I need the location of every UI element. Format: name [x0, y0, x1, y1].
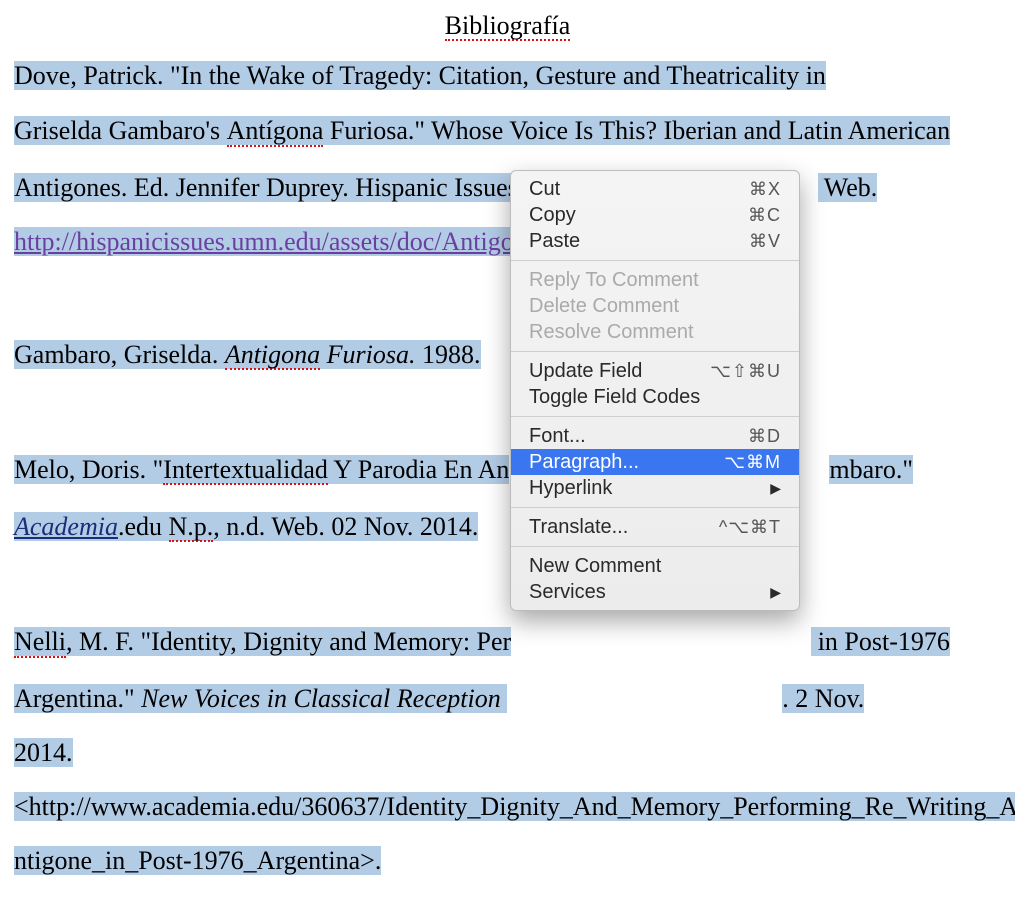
- shortcut: ^⌥⌘T: [719, 518, 781, 536]
- bib-line: Antigones. Ed. Jennifer Duprey. Hispanic…: [14, 175, 1001, 201]
- bib-entry: Melo, Doris. "Intertextualidad Y Parodia…: [14, 456, 1001, 599]
- menu-resolve-comment: Resolve Comment: [511, 319, 799, 345]
- bib-line: Argentina." New Voices in Classical Rece…: [14, 686, 1001, 712]
- menu-separator: [511, 507, 799, 508]
- shortcut: ⌥⌘M: [724, 453, 781, 471]
- bib-entry: Gambaro, Griselda. Antigona Furiosa. 198…: [14, 341, 1001, 426]
- blank-line: [14, 570, 1001, 598]
- chevron-right-icon: ▶: [770, 585, 781, 599]
- chevron-right-icon: ▶: [770, 481, 781, 495]
- menu-font[interactable]: Font...⌘D: [511, 423, 799, 449]
- menu-cut[interactable]: Cut⌘X: [511, 176, 799, 202]
- bib-line: http://hispanicissues.umn.edu/assets/doc…: [14, 229, 1001, 255]
- menu-paragraph[interactable]: Paragraph...⌥⌘M: [511, 449, 799, 475]
- context-menu: Cut⌘X Copy⌘C Paste⌘V Reply To Comment De…: [510, 170, 800, 611]
- blank-line: [14, 283, 1001, 311]
- hyperlink[interactable]: http://hispanicissues.umn.edu/assets/doc…: [14, 227, 514, 256]
- shortcut: ⌘D: [748, 427, 781, 445]
- bib-line: Gambaro, Griselda. Antigona Furiosa. 198…: [14, 341, 1001, 370]
- menu-hyperlink[interactable]: Hyperlink▶: [511, 475, 799, 501]
- menu-services[interactable]: Services▶: [511, 579, 799, 605]
- menu-separator: [511, 416, 799, 417]
- bib-line: Melo, Doris. "Intertextualidad Y Parodia…: [14, 456, 1001, 485]
- menu-separator: [511, 546, 799, 547]
- menu-reply-comment: Reply To Comment: [511, 267, 799, 293]
- bib-line: Academia.edu N.p., n.d. Web. 02 Nov. 201…: [14, 513, 1001, 542]
- bib-line: <http://www.academia.edu/360637/Identity…: [14, 794, 1001, 820]
- menu-toggle-field-codes[interactable]: Toggle Field Codes: [511, 384, 799, 410]
- bib-entry: Nelli, M. F. "Identity, Dignity and Memo…: [14, 628, 1001, 873]
- shortcut: ⌘C: [748, 206, 781, 224]
- bib-line: Dove, Patrick. "In the Wake of Tragedy: …: [14, 63, 1001, 89]
- bib-line: 2014.: [14, 740, 1001, 766]
- menu-delete-comment: Delete Comment: [511, 293, 799, 319]
- bib-line: ntigone_in_Post-1976_Argentina>.: [14, 848, 1001, 874]
- blank-line: [14, 398, 1001, 426]
- shortcut: ⌘X: [749, 180, 781, 198]
- menu-new-comment[interactable]: New Comment: [511, 553, 799, 579]
- shortcut: ⌘V: [749, 232, 781, 250]
- menu-paste[interactable]: Paste⌘V: [511, 228, 799, 254]
- page-title: Bibliografía: [14, 12, 1001, 41]
- menu-separator: [511, 351, 799, 352]
- hyperlink[interactable]: Academia: [14, 512, 118, 541]
- menu-translate[interactable]: Translate...^⌥⌘T: [511, 514, 799, 540]
- bib-entry: Dove, Patrick. "In the Wake of Tragedy: …: [14, 63, 1001, 310]
- menu-copy[interactable]: Copy⌘C: [511, 202, 799, 228]
- menu-update-field[interactable]: Update Field⌥⇧⌘U: [511, 358, 799, 384]
- menu-separator: [511, 260, 799, 261]
- shortcut: ⌥⇧⌘U: [710, 362, 781, 380]
- bib-line: Griselda Gambaro's Antígona Furiosa." Wh…: [14, 117, 1001, 146]
- bib-line: Nelli, M. F. "Identity, Dignity and Memo…: [14, 628, 1001, 657]
